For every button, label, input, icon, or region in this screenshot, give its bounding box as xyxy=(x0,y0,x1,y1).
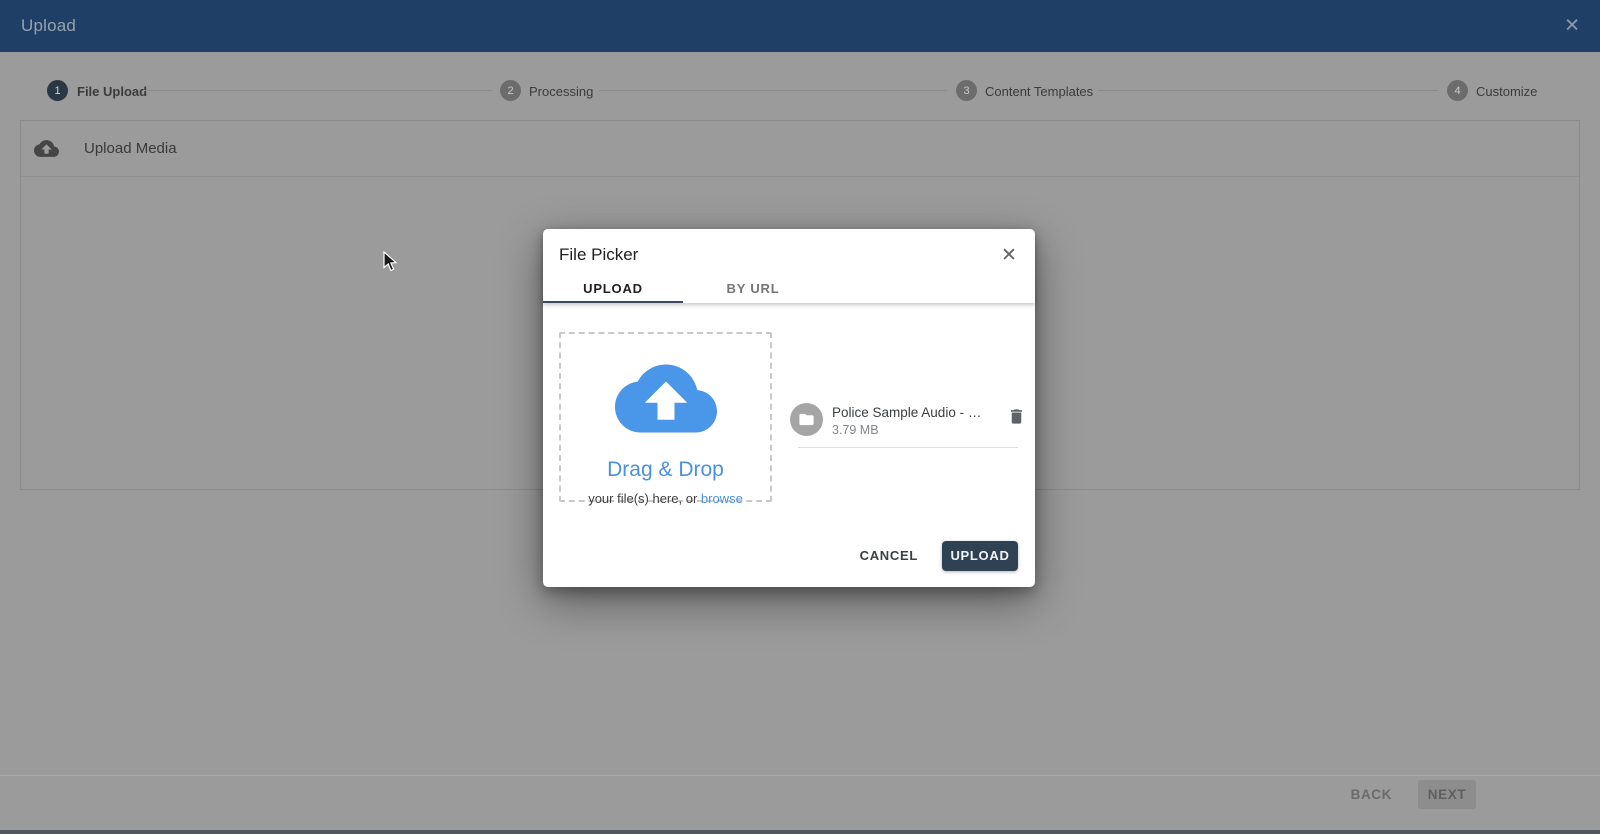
step-number: 3 xyxy=(963,84,970,97)
trash-icon[interactable] xyxy=(1007,407,1026,429)
tab-upload[interactable]: UPLOAD xyxy=(543,273,683,303)
cloud-upload-icon xyxy=(34,136,59,161)
step-circle-file-upload: 1 xyxy=(47,80,68,101)
stepper: 1 File Upload 2 Processing 3 Content Tem… xyxy=(0,0,1600,110)
file-picker-header: File Picker ✕ UPLOAD BY URL xyxy=(543,229,1035,303)
step-connector xyxy=(143,90,492,91)
footer-divider xyxy=(0,775,1600,776)
uploaded-file-row: Police Sample Audio - DEM… 3.79 MB xyxy=(790,403,1028,449)
step-number: 2 xyxy=(507,84,514,97)
drag-drop-heading: Drag & Drop xyxy=(607,458,724,481)
file-size: 3.79 MB xyxy=(832,423,879,437)
step-label-content-templates: Content Templates xyxy=(985,84,1094,99)
step-label-file-upload: File Upload xyxy=(77,84,148,99)
dialog-title: File Picker xyxy=(559,245,639,264)
cloud-upload-icon xyxy=(614,356,717,446)
tab-by-url[interactable]: BY URL xyxy=(683,273,823,303)
step-connector xyxy=(599,90,947,91)
browse-link[interactable]: browse xyxy=(701,491,743,506)
step-connector xyxy=(1098,90,1438,91)
dialog-actions: CANCEL UPLOAD xyxy=(850,540,1018,571)
folder-icon xyxy=(790,403,823,436)
tab-bar: UPLOAD BY URL xyxy=(543,273,823,303)
drag-drop-subtext: your file(s) here, or browse xyxy=(588,491,743,506)
wizard-actions: BACK NEXT xyxy=(1339,779,1476,810)
file-picker-dialog: File Picker ✕ UPLOAD BY URL Drag & Drop … xyxy=(543,229,1035,587)
file-name: Police Sample Audio - DEM… xyxy=(832,405,990,420)
bottom-bar xyxy=(0,830,1600,834)
step-number: 4 xyxy=(1454,84,1461,97)
next-button[interactable]: NEXT xyxy=(1418,780,1476,809)
cancel-button[interactable]: CANCEL xyxy=(850,540,928,571)
upload-media-header: Upload Media xyxy=(21,121,1579,177)
step-circle-customize: 4 xyxy=(1447,80,1468,101)
close-icon[interactable]: ✕ xyxy=(997,243,1021,267)
step-number: 1 xyxy=(54,84,61,97)
drag-drop-subtext-text: your file(s) here, or xyxy=(588,491,701,506)
step-label-processing: Processing xyxy=(529,84,594,99)
active-tab-indicator xyxy=(543,301,683,303)
file-list-divider xyxy=(798,447,1018,448)
drag-drop-zone[interactable]: Drag & Drop your file(s) here, or browse xyxy=(559,332,772,506)
step-circle-content-templates: 3 xyxy=(956,80,977,101)
step-circle-processing: 2 xyxy=(500,80,521,101)
upload-media-title: Upload Media xyxy=(84,140,177,157)
file-picker-body: Drag & Drop your file(s) here, or browse… xyxy=(543,303,1035,587)
back-button[interactable]: BACK xyxy=(1339,779,1404,810)
upload-button[interactable]: UPLOAD xyxy=(942,540,1018,571)
step-label-customize: Customize xyxy=(1476,84,1538,99)
